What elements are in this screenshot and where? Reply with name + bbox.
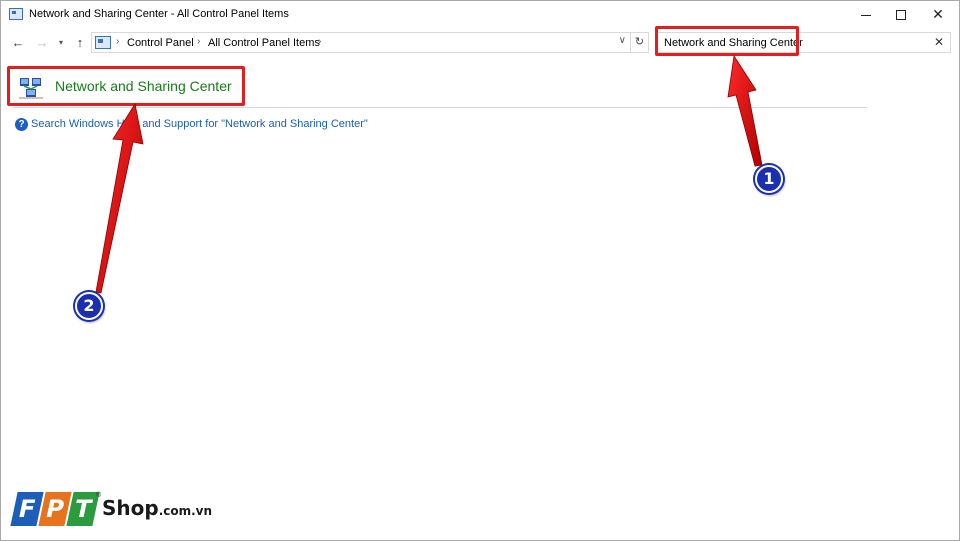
arrow-2 <box>95 102 144 294</box>
logo-text: Shop.com.vn <box>102 496 212 520</box>
logo-suffix: .com.vn <box>158 504 213 518</box>
step-badge-2: 2 <box>75 292 103 320</box>
step-badge-1: 1 <box>755 165 783 193</box>
annotation-arrows <box>95 54 763 294</box>
logo-name: Shop <box>102 496 159 520</box>
logo-letter-t: T <box>66 492 100 526</box>
logo-registered-mark: ® <box>96 492 102 499</box>
fpt-shop-logo: F P T ® Shop.com.vn <box>10 490 212 530</box>
arrow-1 <box>727 54 763 167</box>
